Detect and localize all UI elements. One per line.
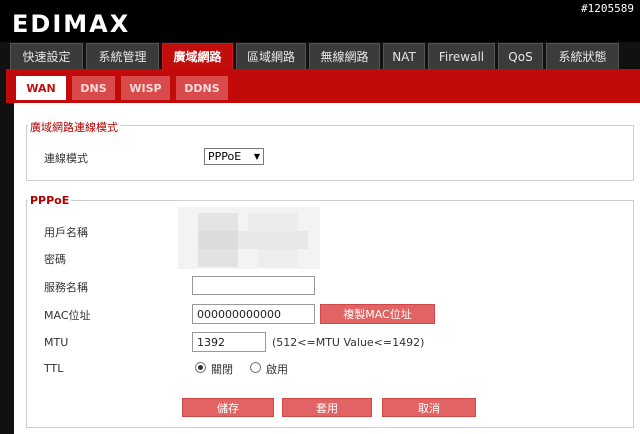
blurred-credentials[interactable] [178,207,320,269]
ttl-label: TTL [44,362,64,375]
edimax-logo: EDIMAX [12,10,131,38]
ttl-on-radio[interactable] [250,362,261,373]
mtu-range-hint: (512<=MTU Value<=1492) [272,336,425,349]
subtab-wisp[interactable]: WISP [121,76,170,100]
tab-quick-setup[interactable]: 快速設定 [10,43,83,69]
service-name-input[interactable] [192,276,315,295]
tab-system-management[interactable]: 系統管理 [86,43,159,69]
save-button[interactable]: 儲存 [182,398,274,417]
clone-mac-button[interactable]: 複製MAC位址 [320,304,435,324]
mac-address-input[interactable]: 000000000000 [192,304,315,324]
connection-mode-value: PPPoE [208,150,242,163]
ttl-on-label: 啟用 [266,363,288,376]
pppoe-title: PPPoE [28,194,72,207]
main-nav-tabs: 快速設定 系統管理 廣域網路 區域網路 無線網路 NAT Firewall Qo… [10,43,619,69]
dropdown-arrow-icon: ▼ [253,152,260,161]
cancel-button[interactable]: 取消 [382,398,476,417]
tab-firewall[interactable]: Firewall [428,43,495,69]
tab-system-status[interactable]: 系統狀態 [546,43,619,69]
image-id-badge: #1205589 [581,2,634,15]
service-name-label: 服務名稱 [44,281,88,294]
sub-nav-tabs: WAN DNS WISP DDNS [16,76,228,100]
tab-wan[interactable]: 廣域網路 [162,43,233,69]
apply-button[interactable]: 套用 [282,398,372,417]
ttl-off-label: 關閉 [211,363,233,376]
username-label: 用戶名稱 [44,226,88,239]
subtab-dns[interactable]: DNS [72,76,115,100]
connection-mode-label: 連線模式 [44,152,88,165]
ttl-off-radio[interactable] [195,362,206,373]
mtu-label: MTU [44,336,69,349]
tab-nat[interactable]: NAT [383,43,425,69]
password-label: 密碼 [44,253,66,266]
tab-lan[interactable]: 區域網路 [236,43,306,69]
connection-mode-title: 廣域網路連線模式 [28,119,120,135]
content-panel: 廣域網路連線模式 連線模式 PPPoE ▼ PPPoE 用戶名稱 密碼 服務名稱… [14,103,640,434]
tab-wireless[interactable]: 無線網路 [309,43,380,69]
tab-qos[interactable]: QoS [498,43,543,69]
mac-address-label: MAC位址 [44,309,91,322]
header-bar: EDIMAX #1205589 [0,0,640,42]
mtu-input[interactable]: 1392 [192,332,266,352]
connection-mode-select[interactable]: PPPoE ▼ [204,148,264,165]
subtab-wan[interactable]: WAN [16,76,66,100]
subtab-ddns[interactable]: DDNS [176,76,228,100]
